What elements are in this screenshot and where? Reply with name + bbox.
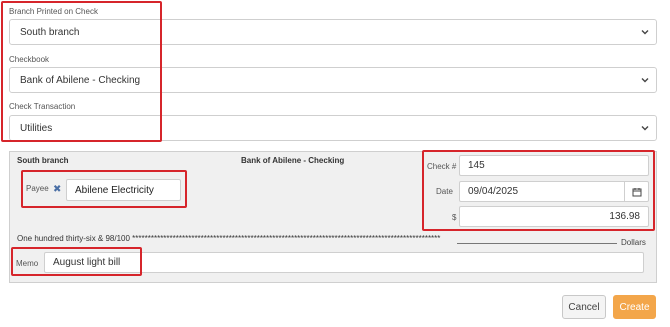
create-button[interactable]: Create — [613, 295, 656, 319]
payee-label: Payee — [26, 184, 49, 193]
cancel-button[interactable]: Cancel — [562, 295, 606, 319]
amount-label: $ — [452, 213, 457, 222]
payee-value: Abilene Electricity — [75, 184, 154, 196]
calendar-icon — [632, 187, 641, 196]
date-label: Date — [436, 187, 453, 196]
checkbook-select[interactable]: Bank of Abilene - Checking — [9, 67, 657, 93]
amount-in-words: One hundred thirty-six & 98/100 ********… — [17, 234, 441, 243]
date-input[interactable]: 09/04/2025 — [459, 181, 625, 202]
branch-value: South branch — [20, 26, 80, 38]
dollars-line — [457, 243, 617, 244]
dollars-label: Dollars — [621, 238, 646, 247]
check-no-label: Check # — [427, 162, 457, 171]
chevron-down-icon — [641, 126, 649, 131]
check-no-input[interactable]: 145 — [459, 155, 649, 176]
remove-payee-icon[interactable]: ✖ — [53, 184, 61, 195]
memo-label: Memo — [16, 259, 39, 268]
transaction-select[interactable]: Utilities — [9, 115, 657, 141]
check-no-value: 145 — [468, 160, 485, 171]
amount-input[interactable]: 136.98 — [459, 206, 649, 227]
transaction-label: Check Transaction — [9, 102, 76, 111]
check-bank-name: Bank of Abilene - Checking — [241, 156, 345, 165]
date-value: 09/04/2025 — [468, 186, 519, 197]
checkbook-label: Checkbook — [9, 55, 50, 64]
check-branch-name: South branch — [17, 156, 69, 165]
branch-label: Branch Printed on Check — [9, 7, 98, 16]
amount-value: 136.98 — [609, 211, 640, 222]
memo-value: August light bill — [53, 257, 121, 268]
branch-select[interactable]: South branch — [9, 19, 657, 45]
memo-input[interactable]: August light bill — [44, 252, 644, 273]
transaction-value: Utilities — [20, 122, 53, 134]
calendar-button[interactable] — [625, 181, 649, 202]
payee-field[interactable]: Abilene Electricity — [66, 179, 181, 201]
chevron-down-icon — [641, 30, 649, 35]
chevron-down-icon — [641, 78, 649, 83]
checkbook-value: Bank of Abilene - Checking — [20, 74, 141, 86]
